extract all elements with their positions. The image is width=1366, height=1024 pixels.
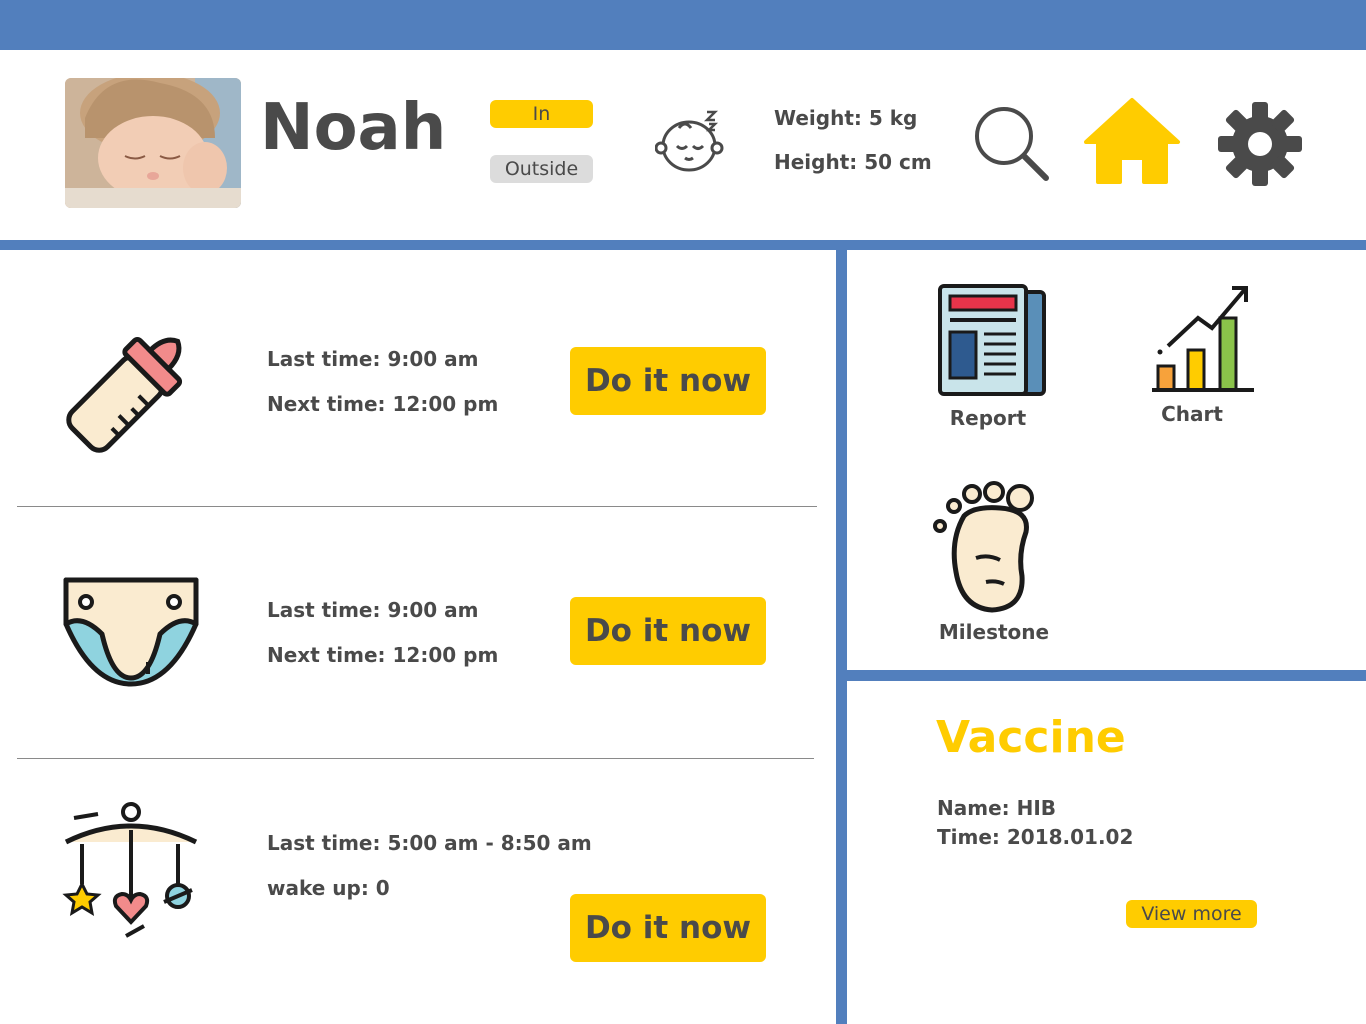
header-divider xyxy=(0,240,1366,250)
footprint-icon[interactable] xyxy=(930,480,1038,616)
report-label[interactable]: Report xyxy=(928,406,1048,430)
task-separator xyxy=(17,758,814,759)
baby-avatar[interactable] xyxy=(65,78,241,208)
sleep-do-it-now-button[interactable]: Do it now xyxy=(570,894,766,962)
search-icon[interactable] xyxy=(972,104,1052,184)
diaper-next-time: Next time: 12:00 pm xyxy=(267,643,499,667)
crib-mobile-icon xyxy=(60,802,202,942)
top-bar xyxy=(0,0,1366,50)
column-divider xyxy=(836,250,847,1024)
sleep-wake-up: wake up: 0 xyxy=(267,876,390,900)
feeding-last-time: Last time: 9:00 am xyxy=(267,347,479,371)
sleeping-baby-icon xyxy=(654,108,725,174)
diaper-icon xyxy=(60,574,202,690)
status-outside-toggle[interactable]: Outside xyxy=(490,155,593,183)
home-icon[interactable] xyxy=(1082,96,1182,186)
newspaper-icon[interactable] xyxy=(936,282,1048,398)
growth-chart-icon[interactable] xyxy=(1150,282,1258,394)
weight-stat: Weight: 5 kg xyxy=(774,106,918,130)
sleep-last-time: Last time: 5:00 am - 8:50 am xyxy=(267,831,592,855)
feeding-do-it-now-button[interactable]: Do it now xyxy=(570,347,766,415)
vaccine-name: Name: HIB xyxy=(937,796,1057,820)
chart-label[interactable]: Chart xyxy=(1142,402,1242,426)
vaccine-title: Vaccine xyxy=(936,712,1126,763)
diaper-last-time: Last time: 9:00 am xyxy=(267,598,479,622)
task-separator xyxy=(17,506,817,507)
vaccine-time: Time: 2018.01.02 xyxy=(937,825,1134,849)
baby-bottle-icon xyxy=(60,318,202,458)
milestone-label[interactable]: Milestone xyxy=(924,620,1064,644)
view-more-button[interactable]: View more xyxy=(1126,900,1257,928)
baby-name: Noah xyxy=(260,91,447,165)
status-in-toggle[interactable]: In xyxy=(490,100,593,128)
feeding-next-time: Next time: 12:00 pm xyxy=(267,392,499,416)
gear-icon[interactable] xyxy=(1216,100,1304,188)
right-panel-divider xyxy=(847,670,1366,681)
diaper-do-it-now-button[interactable]: Do it now xyxy=(570,597,766,665)
height-stat: Height: 50 cm xyxy=(774,150,932,174)
